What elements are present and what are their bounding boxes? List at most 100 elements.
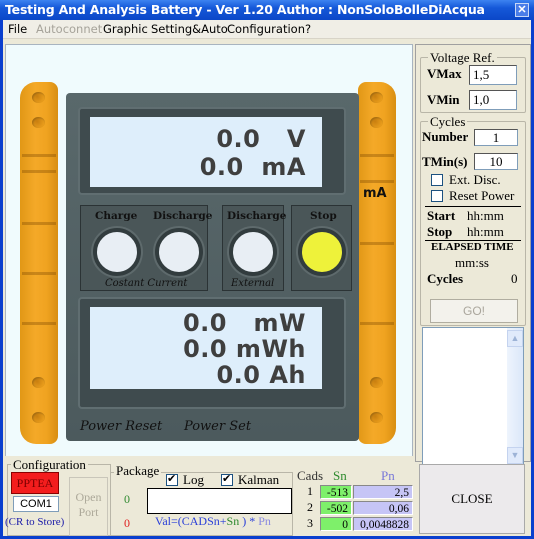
log-label: Log <box>183 472 204 487</box>
stop-time: hh:mm <box>467 224 504 239</box>
capacity-readout: 0.0 Ah <box>216 361 306 389</box>
sn-cell[interactable]: -502 <box>320 501 352 515</box>
package-field[interactable] <box>147 488 292 514</box>
sn-cell[interactable]: -513 <box>320 485 352 499</box>
ext-disc-checkbox[interactable] <box>431 174 443 186</box>
formula-label: Val=(CADSn+Sn ) * Pn <box>155 514 271 529</box>
constant-current-caption: Costant Current <box>105 278 188 289</box>
voltage-ref-group: Voltage Ref. VMax 1,5 VMin 1,0 <box>420 50 526 113</box>
energy-readout: 0.0 mWh <box>183 335 306 363</box>
external-caption: External <box>231 278 275 289</box>
power-readout: 0.0 mW <box>182 309 306 337</box>
vmin-input[interactable]: 1,0 <box>469 90 517 110</box>
constant-current-panel: Charge Discharge Costant Current <box>80 205 212 291</box>
packet-count-ok: 0 <box>124 492 130 506</box>
menu-autoconnet: Autoconnet <box>36 22 103 36</box>
formula-sn: Sn <box>226 514 240 528</box>
stop-panel: Stop <box>291 205 352 291</box>
menu-bar: File Autoconnet Graphic Setting&Auto Con… <box>3 20 531 39</box>
charge-label: Charge <box>95 210 138 222</box>
number-label: Number <box>422 129 469 144</box>
current-readout: 0.0 mA <box>199 153 306 181</box>
reset-power-checkbox[interactable] <box>431 190 443 202</box>
stop-time-label: Stop <box>427 224 453 239</box>
start-time: hh:mm <box>467 208 504 223</box>
close-icon[interactable]: ✕ <box>515 3 529 17</box>
menu-setting-auto[interactable]: Setting&Auto <box>151 22 228 36</box>
top-lcd-frame: 0.0 V 0.0 mA <box>78 107 346 195</box>
scroll-up-icon[interactable]: ▲ <box>507 330 523 347</box>
cycles-count-label: Cycles <box>427 271 464 286</box>
reset-power-label: Reset Power <box>449 188 515 203</box>
go-button: GO! <box>430 299 518 323</box>
top-lcd: 0.0 V 0.0 mA <box>90 117 322 187</box>
voltage-ref-title: Voltage Ref. <box>428 50 497 66</box>
cads-header: Cads <box>297 468 323 483</box>
vmin-label: VMin <box>427 92 460 107</box>
log-checkbox[interactable] <box>166 472 178 486</box>
pn-cell[interactable]: 0,06 <box>353 501 413 515</box>
close-button[interactable]: CLOSE <box>419 464 525 534</box>
tmin-label: TMin(s) <box>422 154 468 169</box>
voltage-readout: 0.0 V <box>216 125 306 153</box>
left-handle <box>20 82 58 444</box>
client-area: File Autoconnet Graphic Setting&Auto Con… <box>3 20 531 536</box>
pn-cell[interactable]: 0,0048828 <box>353 517 413 531</box>
external-panel: Discharge External <box>222 205 287 291</box>
log-listbox[interactable]: ▲ ▼ <box>422 327 524 467</box>
meter-body: 0.0 V 0.0 mA Charge Discharge Costant Cu… <box>66 93 359 441</box>
cads-row-index: 3 <box>307 516 313 530</box>
cycles-title: Cycles <box>428 114 468 130</box>
formula-pn: Pn <box>258 514 271 528</box>
current-unit-label[interactable]: mA <box>363 186 387 201</box>
power-reset-button[interactable]: Power Reset <box>80 419 162 434</box>
tmin-input[interactable]: 10 <box>474 153 518 170</box>
kalman-label: Kalman <box>238 472 280 487</box>
bottom-lcd: 0.0 mW 0.0 mWh 0.0 Ah <box>90 307 322 389</box>
open-port-line2: Port <box>78 505 99 519</box>
discharge-cc-label: Discharge <box>153 210 213 222</box>
discharge-ext-button[interactable] <box>229 228 277 276</box>
elapsed-time-title: ELAPSED TIME <box>431 241 514 253</box>
stop-button[interactable] <box>298 228 346 276</box>
scroll-down-icon[interactable]: ▼ <box>507 447 523 464</box>
cads-row-index: 1 <box>307 484 313 498</box>
pn-cell[interactable]: 2,5 <box>353 485 413 499</box>
bottom-panel: Configuration PPTEA COM1 (CR to Store) O… <box>3 456 415 536</box>
app-window: Testing And Analysis Battery - Ver 1.20 … <box>0 0 534 539</box>
title-bar: Testing And Analysis Battery - Ver 1.20 … <box>0 0 534 20</box>
menu-graphic[interactable]: Graphic <box>103 22 148 36</box>
cads-table: Cads Sn Pn 1 -513 2,5 2 -502 0,06 3 0 0,… <box>293 466 413 536</box>
package-title: Package <box>114 463 162 479</box>
charge-button[interactable] <box>93 228 141 276</box>
menu-file[interactable]: File <box>8 22 27 36</box>
com-port-input[interactable]: COM1 <box>13 496 59 512</box>
cycles-group: Cycles Number 1 TMin(s) 10 Ext. Disc. Re… <box>420 114 526 326</box>
cycles-number-input[interactable]: 1 <box>474 129 518 146</box>
log-scrollbar[interactable]: ▲ ▼ <box>507 328 523 466</box>
discharge-ext-label: Discharge <box>227 210 287 222</box>
kalman-checkbox[interactable] <box>221 472 233 486</box>
divider <box>425 206 521 207</box>
open-port-line1: Open <box>75 490 102 504</box>
sn-header: Sn <box>333 468 347 483</box>
ext-disc-label: Ext. Disc. <box>449 172 501 187</box>
vmax-label: VMax <box>427 66 462 81</box>
device-badge[interactable]: PPTEA <box>11 472 59 494</box>
vmax-input[interactable]: 1,5 <box>469 65 517 85</box>
settings-panel: Voltage Ref. VMax 1,5 VMin 1,0 Cycles Nu… <box>415 44 531 467</box>
menu-configuration[interactable]: Configuration <box>227 22 305 36</box>
right-handle <box>358 82 396 444</box>
menu-help[interactable]: ? <box>305 22 311 36</box>
power-set-button[interactable]: Power Set <box>184 419 251 434</box>
stop-label: Stop <box>310 210 337 222</box>
formula-mid: ) * <box>239 514 259 528</box>
cycles-count-value: 0 <box>511 271 518 286</box>
open-port-button: Open Port <box>69 477 108 536</box>
packet-count-error: 0 <box>124 516 130 530</box>
configuration-title: Configuration <box>11 457 88 473</box>
meter-panel: mA 0.0 V 0.0 mA Charge Discharge Costant… <box>5 44 413 474</box>
discharge-cc-button[interactable] <box>155 228 203 276</box>
cads-row-index: 2 <box>307 500 313 514</box>
sn-cell[interactable]: 0 <box>320 517 352 531</box>
